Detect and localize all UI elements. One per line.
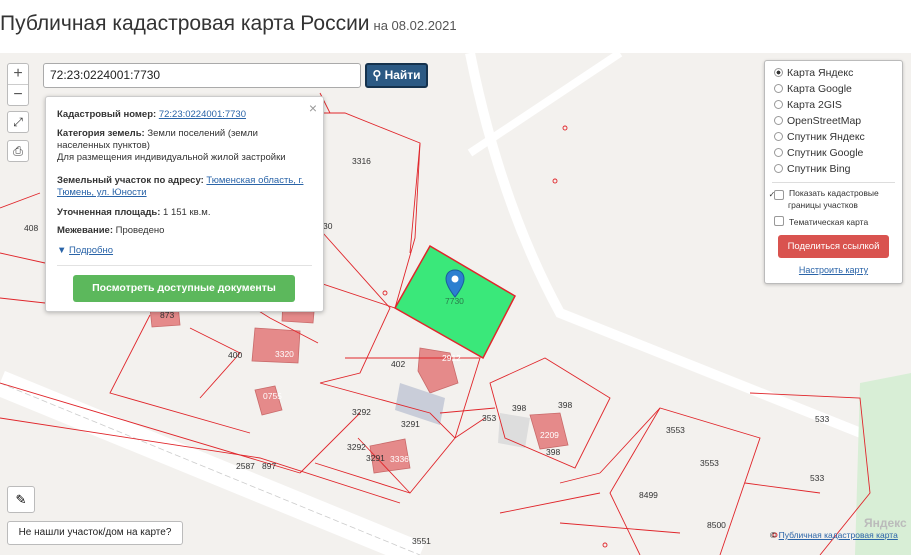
view-documents-button[interactable]: Посмотреть доступные документы bbox=[73, 275, 295, 302]
layer-option[interactable]: Карта Google bbox=[774, 81, 852, 97]
checkbox-checked-icon: ✓ bbox=[769, 190, 784, 200]
map-credit: © Публичная кадастровая карта bbox=[770, 530, 898, 540]
layer-label: Карта Яндекс bbox=[787, 67, 854, 79]
layer-option[interactable]: Спутник Bing bbox=[774, 161, 851, 177]
thematic-map-checkbox[interactable]: Тематическая карта bbox=[774, 216, 868, 228]
credit-link[interactable]: Публичная кадастровая карта bbox=[779, 530, 898, 540]
thematic-map-label: Тематическая карта bbox=[789, 217, 869, 227]
print-icon: ⎙ bbox=[13, 144, 23, 158]
map-view[interactable]: 3316 30 408 873 400 3320 0755 402 2912 7… bbox=[0, 53, 911, 555]
layer-option[interactable]: Спутник Яндекс bbox=[774, 129, 865, 145]
details-link: Подробно bbox=[69, 245, 114, 256]
zoom-out-button[interactable]: − bbox=[8, 84, 28, 105]
layer-label: Спутник Яндекс bbox=[787, 131, 865, 143]
map-marker-icon[interactable] bbox=[444, 269, 466, 299]
layer-label: Спутник Bing bbox=[787, 163, 851, 175]
show-borders-label: Показать кадастровые границы участков bbox=[788, 188, 879, 210]
area-label: Уточненная площадь: bbox=[57, 207, 161, 218]
zoom-control: + − bbox=[7, 63, 29, 106]
layer-option[interactable]: OpenStreetMap bbox=[774, 113, 861, 129]
layer-label: Спутник Google bbox=[787, 147, 864, 159]
layers-panel: Карта Яндекс Карта Google Карта 2GIS Ope… bbox=[764, 60, 903, 284]
search-icon: ⚲ bbox=[372, 68, 385, 82]
radio-icon bbox=[774, 68, 783, 77]
ruler-button[interactable]: ✎ bbox=[7, 486, 35, 513]
divider bbox=[772, 182, 895, 183]
page-title: Публичная кадастровая карта России на 08.… bbox=[0, 12, 457, 36]
radio-icon bbox=[774, 84, 783, 93]
not-found-button[interactable]: Не нашли участок/дом на карте? bbox=[7, 521, 183, 545]
category-label: Категория земель: bbox=[57, 128, 145, 139]
cadastral-row: Кадастровый номер: 72:23:0224001:7730 bbox=[57, 109, 312, 121]
fullscreen-button[interactable]: ⤢ bbox=[7, 111, 29, 133]
checkbox-icon bbox=[774, 216, 784, 226]
radio-icon bbox=[774, 148, 783, 157]
search-button[interactable]: ⚲ Найти bbox=[365, 63, 428, 88]
divider bbox=[57, 265, 312, 266]
search-button-label: Найти bbox=[384, 68, 421, 82]
credit-prefix: © bbox=[770, 530, 779, 540]
survey-value: Проведено bbox=[115, 225, 165, 236]
search-input[interactable]: 72:23:0224001:7730 bbox=[43, 63, 361, 88]
layer-option[interactable]: Карта Яндекс bbox=[774, 65, 853, 81]
layer-option[interactable]: Карта 2GIS bbox=[774, 97, 842, 113]
fullscreen-icon: ⤢ bbox=[13, 115, 23, 129]
chevron-down-icon: ▼ bbox=[57, 245, 67, 256]
layer-label: Карта 2GIS bbox=[787, 99, 842, 111]
survey-label: Межевание: bbox=[57, 225, 113, 236]
show-borders-checkbox[interactable]: ✓ Показать кадастровые границы участков bbox=[769, 188, 908, 211]
zoom-in-button[interactable]: + bbox=[8, 64, 28, 84]
category-row: Категория земель: Земли поселений (земли… bbox=[57, 128, 312, 164]
cadastral-link[interactable]: 72:23:0224001:7730 bbox=[159, 109, 246, 120]
layer-label: OpenStreetMap bbox=[787, 115, 862, 127]
title-text: Публичная кадастровая карта России bbox=[0, 12, 370, 35]
parcel-info-popup: × Кадастровый номер: 72:23:0224001:7730 … bbox=[45, 96, 324, 312]
land-use-value: Для размещения индивидуальной жилой заст… bbox=[57, 152, 286, 163]
address-label: Земельный участок по адресу: bbox=[57, 175, 204, 186]
address-row: Земельный участок по адресу: Тюменская о… bbox=[57, 175, 312, 199]
ruler-icon: ✎ bbox=[15, 492, 27, 507]
yandex-watermark: Яндекс bbox=[864, 516, 907, 530]
radio-icon bbox=[774, 116, 783, 125]
share-link-button[interactable]: Поделиться ссылкой bbox=[778, 235, 889, 258]
configure-map-link[interactable]: Настроить карту bbox=[765, 265, 902, 275]
title-date: на 08.02.2021 bbox=[373, 18, 457, 33]
radio-icon bbox=[774, 132, 783, 141]
survey-row: Межевание: Проведено bbox=[57, 225, 312, 237]
radio-icon bbox=[774, 100, 783, 109]
details-toggle[interactable]: ▼ Подробно bbox=[57, 245, 312, 257]
layer-label: Карта Google bbox=[787, 83, 852, 95]
layer-option[interactable]: Спутник Google bbox=[774, 145, 863, 161]
print-button[interactable]: ⎙ bbox=[7, 140, 29, 162]
radio-icon bbox=[774, 164, 783, 173]
area-value: 1 151 кв.м. bbox=[163, 207, 211, 218]
cadastral-label: Кадастровый номер: bbox=[57, 109, 157, 120]
area-row: Уточненная площадь: 1 151 кв.м. bbox=[57, 207, 312, 219]
